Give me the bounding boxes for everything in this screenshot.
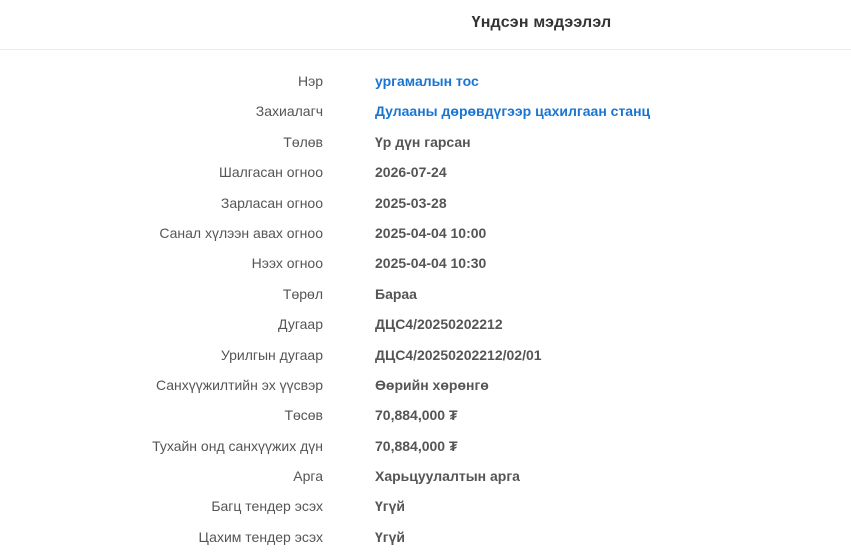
info-label: Багц тендер эсэх <box>211 498 323 515</box>
info-row-name: Нэр ургамалын тос <box>0 67 851 97</box>
info-row-funding-source: Санхүүжилтийн эх үүсвэр Өөрийн хөрөнгө <box>0 371 851 401</box>
info-label: Нэр <box>297 73 323 89</box>
info-value: 2025-04-04 10:00 <box>375 224 487 241</box>
info-label: Тухайн онд санхүүжих дүн <box>152 437 323 454</box>
info-row-submission-date: Санал хүлээн авах огноо 2025-04-04 10:00 <box>0 219 851 249</box>
tender-name-link[interactable]: ургамалын тос <box>375 73 479 89</box>
info-label: Дугаар <box>278 316 323 333</box>
page-title: Үндсэн мэдээлэл <box>471 14 612 31</box>
tender-info-panel: Үндсэн мэдээлэл Нэр ургамалын тос Захиал… <box>0 0 851 556</box>
info-value: Харьцуулалтын арга <box>375 468 520 485</box>
info-row-annual-funding: Тухайн онд санхүүжих дүн 70,884,000 ₮ <box>0 432 851 462</box>
info-row-customer: Захиалагч Дулааны дөрөвдүгээр цахилгаан … <box>0 97 851 127</box>
info-label: Урилгын дугаар <box>220 346 323 363</box>
info-value: Үр дүн гарсан <box>375 133 471 150</box>
info-row-announced-date: Зарласан огноо 2025-03-28 <box>0 189 851 219</box>
info-label: Нээх огноо <box>251 255 323 272</box>
info-row-number: Дугаар ДЦС4/20250202212 <box>0 310 851 340</box>
info-row-status: Төлөв Үр дүн гарсан <box>0 128 851 158</box>
info-list: Нэр ургамалын тос Захиалагч Дулааны дөрө… <box>0 67 851 553</box>
customer-link[interactable]: Дулааны дөрөвдүгээр цахилгаан станц <box>375 103 650 119</box>
info-value: 2025-03-28 <box>375 194 447 211</box>
info-label: Цахим тендер эсэх <box>198 528 323 545</box>
info-row-opening-date: Нээх огноо 2025-04-04 10:30 <box>0 249 851 279</box>
info-value: 2026-07-24 <box>375 164 447 181</box>
info-label: Төлөв <box>283 133 323 150</box>
info-label: Арга <box>293 468 323 485</box>
info-value: ДЦС4/20250202212 <box>375 316 503 333</box>
info-value: 2025-04-04 10:30 <box>375 255 487 272</box>
info-value: ДЦС4/20250202212/02/01 <box>375 346 542 363</box>
info-value: 70,884,000 ₮ <box>375 407 458 424</box>
info-label: Санхүүжилтийн эх үүсвэр <box>155 376 323 393</box>
info-row-budget: Төсөв 70,884,000 ₮ <box>0 401 851 431</box>
info-label: Төрөл <box>282 285 323 302</box>
info-value: Үгүй <box>375 498 406 515</box>
info-value: Үгүй <box>375 528 406 545</box>
info-row-e-tender: Цахим тендер эсэх Үгүй <box>0 523 851 553</box>
panel-header: Үндсэн мэдээлэл <box>0 0 851 50</box>
info-label: Төсөв <box>284 407 323 424</box>
info-row-type: Төрөл Бараа <box>0 280 851 310</box>
info-label: Шалгасан огноо <box>219 164 323 181</box>
info-label: Захиалагч <box>255 103 323 120</box>
info-value: Бараа <box>375 285 417 302</box>
info-row-checked-date: Шалгасан огноо 2026-07-24 <box>0 158 851 188</box>
info-value: 70,884,000 ₮ <box>375 437 458 454</box>
info-label: Зарласан огноо <box>220 194 323 211</box>
info-row-invitation-number: Урилгын дугаар ДЦС4/20250202212/02/01 <box>0 341 851 371</box>
info-label: Санал хүлээн авах огноо <box>159 224 323 241</box>
info-value: Өөрийн хөрөнгө <box>375 376 489 393</box>
info-row-package-tender: Багц тендер эсэх Үгүй <box>0 492 851 522</box>
info-row-method: Арга Харьцуулалтын арга <box>0 462 851 492</box>
